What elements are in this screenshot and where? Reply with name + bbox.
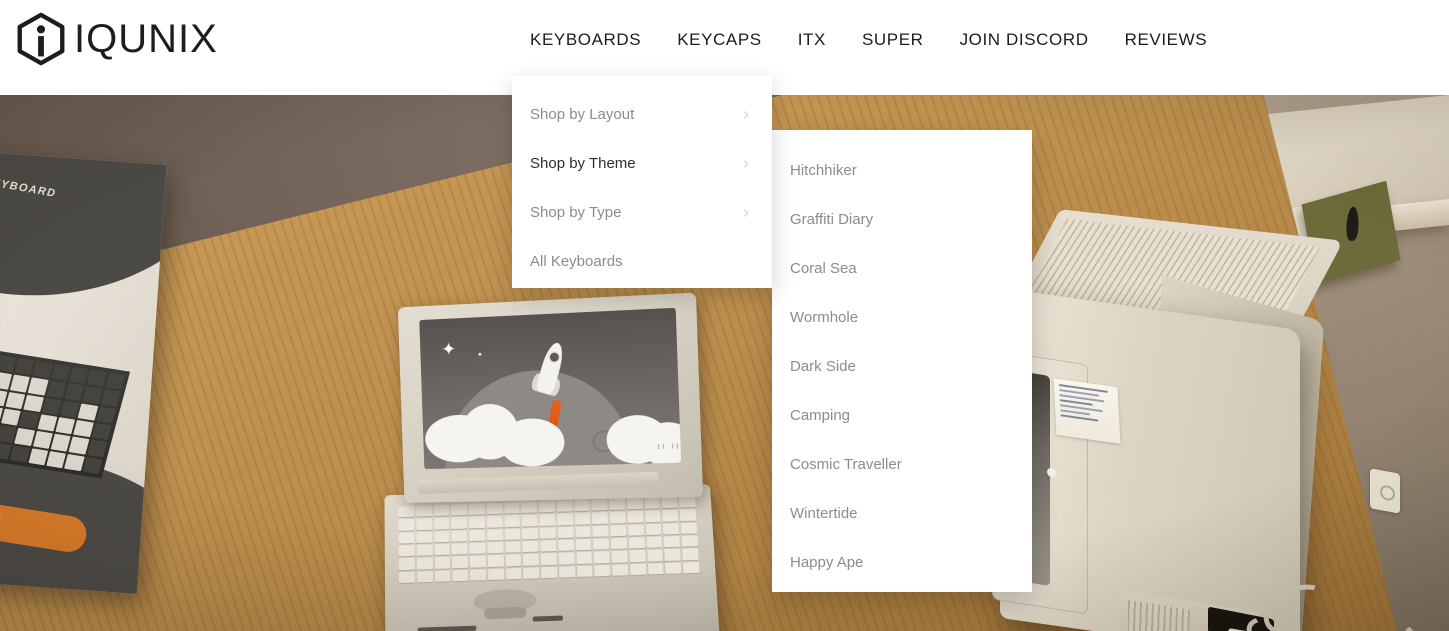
- laptop-keyboard: [398, 496, 700, 584]
- themes-submenu: Hitchhiker Graffiti Diary Coral Sea Worm…: [772, 130, 1032, 592]
- crt-monitor: [986, 209, 1425, 631]
- menu-item-all-keyboards[interactable]: All Keyboards: [512, 237, 772, 286]
- menu-item-label: Shop by Layout: [530, 106, 635, 123]
- submenu-item-graffiti-diary[interactable]: Graffiti Diary: [772, 195, 1032, 244]
- screen-star-icon: ✦: [441, 339, 457, 360]
- menu-item-label: All Keyboards: [530, 253, 623, 270]
- nav-item-reviews[interactable]: REVIEWS: [1107, 30, 1226, 50]
- chevron-right-icon: [744, 208, 749, 217]
- submenu-item-happy-ape[interactable]: Happy Ape: [772, 538, 1032, 587]
- retro-laptop: ✦ ıı ıı: [384, 292, 720, 631]
- site-logo[interactable]: IQUNIX: [12, 10, 218, 68]
- product-box-swoop-top: [0, 146, 167, 310]
- nav-item-keyboards[interactable]: KEYBOARDS: [512, 30, 659, 50]
- wall-outlet: [1370, 468, 1400, 514]
- nav-item-super[interactable]: SUPER: [844, 30, 942, 50]
- nav-item-keycaps[interactable]: KEYCAPS: [659, 30, 780, 50]
- laptop-lid-dots: ıı ıı: [657, 440, 681, 452]
- submenu-item-wormhole[interactable]: Wormhole: [772, 293, 1032, 342]
- page-root: x MECHANICAL KEYBOARD IQUNIX F97: [0, 0, 1449, 631]
- hexagon-i-icon: [17, 12, 65, 66]
- crt-sticker: [1053, 378, 1121, 444]
- submenu-item-dark-side[interactable]: Dark Side: [772, 342, 1032, 391]
- menu-item-shop-by-type[interactable]: Shop by Type: [512, 188, 772, 237]
- keyboards-dropdown-menu: Shop by Layout Shop by Theme Shop by Typ…: [512, 76, 772, 288]
- product-box-keyboard-art: [0, 324, 131, 479]
- chevron-right-icon: [744, 110, 749, 119]
- menu-item-label: Shop by Theme: [530, 155, 636, 172]
- laptop-screen: ✦: [419, 307, 682, 470]
- menu-item-shop-by-theme[interactable]: Shop by Theme: [512, 139, 772, 188]
- laptop-lid: ✦ ıı ıı: [397, 292, 704, 503]
- site-logo-text: IQUNIX: [74, 17, 218, 61]
- laptop-base: [384, 484, 720, 631]
- submenu-item-wintertide[interactable]: Wintertide: [772, 489, 1032, 538]
- laptop-slot: [532, 615, 564, 622]
- submenu-item-cosmic-traveller[interactable]: Cosmic Traveller: [772, 440, 1032, 489]
- laptop-trackpad-button: [483, 606, 527, 620]
- menu-item-shop-by-layout[interactable]: Shop by Layout: [512, 90, 772, 139]
- menu-item-label: Shop by Type: [530, 204, 622, 221]
- nav-item-itx[interactable]: ITX: [780, 30, 844, 50]
- submenu-item-camping[interactable]: Camping: [772, 391, 1032, 440]
- chevron-right-icon: [744, 159, 749, 168]
- submenu-item-coral-sea[interactable]: Coral Sea: [772, 244, 1032, 293]
- submenu-item-hitchhiker[interactable]: Hitchhiker: [772, 146, 1032, 195]
- laptop-slot: [417, 625, 477, 631]
- nav-item-join-discord[interactable]: JOIN DISCORD: [942, 30, 1107, 50]
